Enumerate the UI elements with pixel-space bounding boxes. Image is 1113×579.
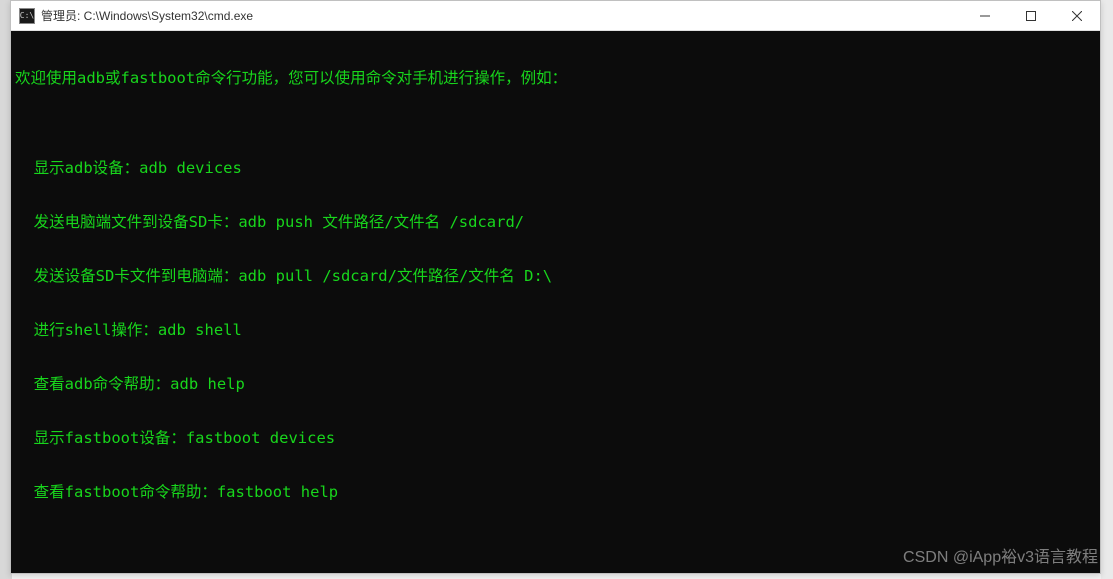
terminal-line: 发送设备SD卡文件到电脑端：adb pull /sdcard/文件路径/文件名 … — [15, 267, 1096, 285]
titlebar[interactable]: C:\ 管理员: C:\Windows\System32\cmd.exe — [11, 1, 1100, 31]
terminal-line: 显示fastboot设备：fastboot devices — [15, 429, 1096, 447]
background-right-edge — [1101, 0, 1113, 579]
cmd-icon: C:\ — [19, 8, 35, 24]
titlebar-left: C:\ 管理员: C:\Windows\System32\cmd.exe — [11, 7, 253, 24]
window-controls — [962, 1, 1100, 30]
terminal-line: 发送电脑端文件到设备SD卡：adb push 文件路径/文件名 /sdcard/ — [15, 213, 1096, 231]
terminal-line: 查看fastboot命令帮助：fastboot help — [15, 483, 1096, 501]
terminal-line: 进行shell操作：adb shell — [15, 321, 1096, 339]
terminal-line: 查看adb命令帮助：adb help — [15, 375, 1096, 393]
cmd-window: C:\ 管理员: C:\Windows\System32\cmd.exe 欢迎使… — [10, 0, 1101, 574]
window-title: 管理员: C:\Windows\System32\cmd.exe — [41, 7, 253, 24]
maximize-button[interactable] — [1008, 1, 1054, 30]
close-button[interactable] — [1054, 1, 1100, 30]
terminal-content[interactable]: 欢迎使用adb或fastboot命令行功能，您可以使用命令对手机进行操作，例如：… — [11, 31, 1100, 573]
terminal-line: 显示adb设备：adb devices — [15, 159, 1096, 177]
minimize-button[interactable] — [962, 1, 1008, 30]
terminal-line: 欢迎使用adb或fastboot命令行功能，您可以使用命令对手机进行操作，例如： — [15, 69, 1096, 87]
